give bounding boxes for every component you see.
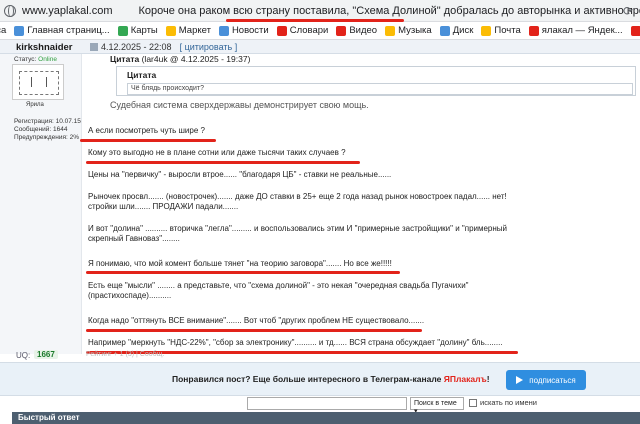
quote-header: Цитата (lar4uk @ 4.12.2025 - 19:37) [110,54,250,64]
bookmark-item[interactable]: Почта [481,25,521,36]
rating-bar: UQ: 1667 Рейтинг + 1 (3) | Сообщ. [0,350,640,360]
bookmark-item[interactable]: Главная страниц... [14,25,110,36]
bookmarks-bar: кса Главная страниц... Карты Маркет Новости С… [0,22,640,40]
bookmark-item[interactable]: Диск [439,25,474,36]
annotation-stroke [86,329,422,332]
annotation-stroke [86,161,360,164]
post-paragraph: А если посмотреть чуть шире ? [88,126,205,135]
bookmark-icon [439,25,450,36]
address-field[interactable]: www.yaplakal.com [4,2,138,20]
refresh-icon[interactable]: ⟳ [620,3,636,19]
inner-quote-text: Чё блядь происходит? [127,83,633,95]
bookmark-label: Маркет [178,25,211,36]
post-paragraph: Кому это выгодно не в плане сотни или да… [88,148,346,157]
bookmark-label: Музыка [398,25,432,36]
user-sidebar: Статус: Online Ярила Регистрация: 10.07.… [0,54,82,354]
quote-reply-text: Судебная система сверхдержавы демонстрир… [110,100,369,110]
avatar-caption: Ярила [26,102,44,108]
quote-block: Цитата (lar4uk @ 4.12.2025 - 19:37) Цита… [100,54,640,110]
search-scope-select[interactable]: Поиск в теме ▾ [410,397,464,415]
quote-author: (lar4uk @ 4.12.2025 - 19:37) [141,54,251,64]
post-date-text: 4.12.2025 - 22:08 [101,42,172,52]
bookmark-item[interactable]: ялакал — Яндек... [528,25,623,36]
post-paragraph: Например "меркнуть "НДС-22%", "сбор за э… [88,338,503,347]
status-label: Статус: [14,56,37,63]
subscribe-label: подписаться [529,375,576,385]
status-value: Online [38,56,57,63]
bookmark-item[interactable]: кса [0,25,6,36]
inner-quote: Цитата Чё блядь происходит? [116,66,636,96]
stat-registration: Регистрация: 10.07.15 [14,118,81,125]
post-paragraph: Когда надо "оттянуть ВСЕ внимание"......… [88,316,425,325]
bookmark-icon [14,25,25,36]
user-status: Статус: Online [14,56,57,63]
stat-messages: Сообщений: 1644 [14,126,68,133]
stat-warnings: Предупреждения: 2% [14,134,79,141]
promo-brand: ЯПлакалъ [443,374,487,384]
bookmark-label: Главная страниц... [27,25,110,36]
bookmark-label: Видео [349,25,378,36]
annotation-stroke [226,19,404,22]
promo-text-after: ! [486,374,490,384]
telegram-promo: Понравился пост? Еще больше интересного … [0,362,640,396]
post-icon [90,43,98,51]
bookmark-icon [385,25,396,36]
post-header: kirkshnaider 4.12.2025 - 22:08 [ цитирова… [0,40,640,54]
promo-text-before: Понравился пост? Еще больше интересного … [172,374,444,384]
post-paragraph: Я понимаю, что мой комент больше тянет "… [88,259,392,268]
quick-reply-header[interactable]: Быстрый ответ [12,412,640,424]
annotation-stroke [80,139,216,142]
bookmark-label: Диск [452,25,474,36]
search-scope-value: Поиск в теме [414,400,457,407]
bookmark-item[interactable]: Карты [117,25,158,36]
telegram-icon [516,376,524,384]
search-input[interactable] [247,397,407,410]
uq-label: UQ: [16,351,31,360]
bookmark-label: кса [0,25,7,36]
post-username[interactable]: kirkshnaider [16,42,73,53]
post-paragraph: Цены на "первичку" - выросли втрое......… [88,170,392,179]
uq-score[interactable]: 1667 [34,350,58,359]
bookmark-label: ялакал — Яндек... [541,25,623,36]
bookmark-item[interactable]: Gmail [630,25,640,36]
bookmark-label: Почта [494,25,521,36]
bookmark-item[interactable]: Музыка [385,25,432,36]
annotation-stroke [86,271,400,274]
post-paragraph: И вот "долина" .......... вторичка "легл… [88,224,508,243]
bookmark-item[interactable]: Словари [276,25,329,36]
quote-button[interactable]: [ цитировать ] [180,42,238,52]
bookmark-icon [528,25,539,36]
post-paragraph: Есть еще "мысли" ........ а представьте,… [88,281,469,300]
bookmark-label: Карты [130,25,158,36]
url-text[interactable]: www.yaplakal.com [22,5,112,17]
bookmark-item[interactable]: Маркет [165,25,211,36]
globe-icon [4,4,16,17]
avatar[interactable] [12,64,64,100]
bookmark-icon [276,25,287,36]
bookmark-icon [165,25,176,36]
bookmark-icon [336,25,347,36]
user-stats: Регистрация: 10.07.15 Сообщений: 1644 Пр… [14,118,81,142]
bookmark-icon [218,25,229,36]
page-title: Короче она раком всю страну поставила, "… [138,4,640,17]
search-row: Поиск в теме ▾ искать по имени [0,396,640,415]
subscribe-button[interactable]: подписаться [506,370,586,390]
bookmark-item[interactable]: Новости [218,25,269,36]
post-paragraph: Рыночек просвл....... (новострочек).....… [88,192,507,211]
rating-links[interactable]: Рейтинг + 1 (3) | Сообщ. [86,351,164,358]
bookmark-label: Словари [289,25,329,36]
page-content: kirkshnaider 4.12.2025 - 22:08 [ цитирова… [0,19,640,424]
quote-title: Цитата [110,54,140,64]
search-by-name-label: искать по имени [480,398,537,407]
bookmark-icon [630,25,640,36]
bookmark-icon [117,25,128,36]
bookmark-item[interactable]: Видео [336,25,377,36]
search-by-name-checkbox[interactable] [469,399,477,407]
bookmark-icon [481,25,492,36]
promo-text: Понравился пост? Еще больше интересного … [172,374,490,384]
bookmark-label: Новости [231,25,269,36]
inner-quote-header: Цитата [127,70,157,80]
post-date: 4.12.2025 - 22:08 [ цитировать ] [90,42,237,52]
